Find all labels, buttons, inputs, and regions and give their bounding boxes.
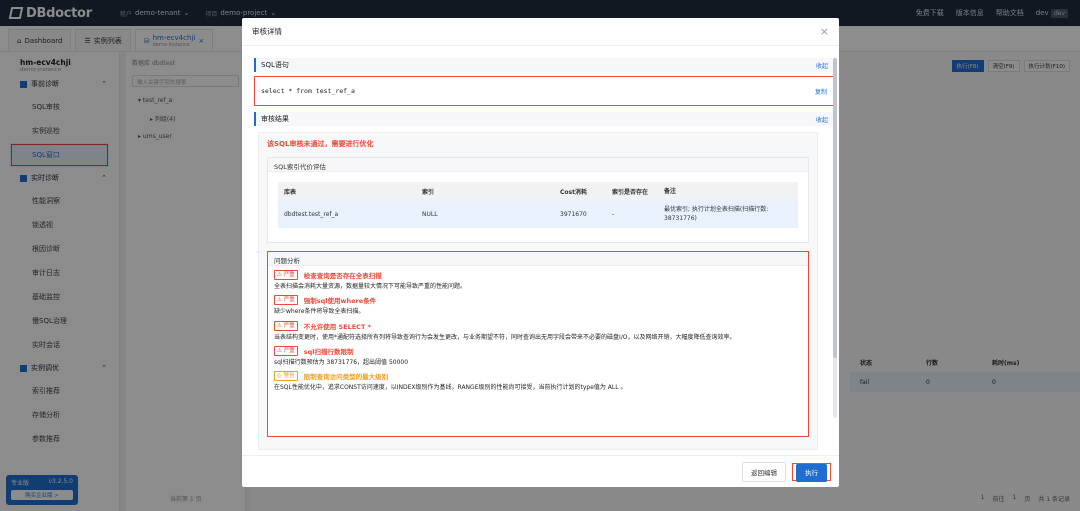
copy-sql-button[interactable]: 复制	[815, 87, 827, 96]
problem-desc: 当表结构变更时，使用*通配符选择所有列将导致查询行为会发生更改，与业务期望不符，…	[274, 333, 736, 341]
scrollbar-thumb[interactable]	[833, 58, 837, 358]
problem-desc: sql扫描行数预估为 38731776，超出阈值 50000	[274, 358, 409, 366]
cell-remark: 最优索引; 执行计划全表扫描(扫描行数: 38731776)	[664, 206, 769, 222]
modal-body: SQL语句 收起 select * from test_ref_a 复制 审核结…	[254, 58, 834, 458]
back-to-edit-button[interactable]: 返回编辑	[742, 461, 786, 482]
problem-item: ◎ 警告 限制查询访问类型的最大级别 在SQL性能优化中，追求CONST访问速度，…	[268, 371, 808, 392]
review-result-panel: 该SQL审核未通过，需要进行优化 SQL索引代价评估 库表 索引 Cost消耗 …	[258, 132, 818, 450]
problem-item: ⚠ 严重 检查查询是否存在全表扫描 全表扫描会消耗大量资源，数据量较大情况下可能导…	[268, 270, 808, 291]
cell-index: NULL	[422, 210, 438, 218]
problem-item: ⚠ 严重 不允许使用 SELECT * 当表结构变更时，使用*通配符选择所有列将导…	[268, 320, 808, 342]
problem-desc: 在SQL性能优化中，追求CONST访问速度，以INDEX级别作为基线，RANGE…	[274, 384, 627, 392]
problem-title: 限制查询访问类型的最大级别	[303, 373, 389, 382]
index-cost-title: SQL索引代价评估	[268, 158, 808, 172]
close-icon[interactable]: ×	[820, 25, 829, 38]
col-index: 索引	[422, 188, 435, 196]
col-cost: Cost消耗	[560, 188, 587, 196]
collapse-sql-button[interactable]: 收起	[816, 61, 828, 70]
collapse-result-button[interactable]: 收起	[816, 115, 828, 124]
index-cost-panel: SQL索引代价评估 库表 索引 Cost消耗 索引是否存在 备注 dbdtest…	[267, 157, 809, 243]
problem-desc: 缺少where条件将导致全表扫描。	[274, 308, 365, 316]
severity-badge: ⚠ 严重	[274, 270, 298, 280]
index-cost-table: 库表 索引 Cost消耗 索引是否存在 备注 dbdtest.test_ref_…	[278, 182, 798, 228]
modal-footer: 返回编辑 执行	[242, 455, 839, 487]
problem-title: sql扫描行数限制	[303, 347, 354, 356]
modal-title: 审核详情	[252, 27, 282, 36]
problem-title: 检查查询是否存在全表扫描	[303, 272, 382, 280]
col-table: 库表	[284, 188, 297, 196]
table-row: dbdtest.test_ref_a NULL 3971670 - 最优索引; …	[278, 200, 798, 228]
severity-label: 严重	[283, 347, 295, 354]
sql-section-header: SQL语句 收起	[254, 58, 834, 72]
sql-text: select * from test_ref_a	[261, 87, 355, 95]
severity-label: 严重	[283, 322, 295, 329]
severity-badge: ⚠ 严重	[274, 320, 298, 331]
severity-badge: ⚠ 严重	[274, 345, 298, 356]
severity-label: 严重	[283, 272, 295, 278]
sql-section-title: SQL语句	[261, 61, 289, 69]
result-section-header: 审核结果 收起	[254, 112, 834, 126]
severity-label: 严重	[283, 297, 295, 304]
result-section-title: 审核结果	[261, 115, 289, 123]
col-index-exists: 索引是否存在	[612, 188, 649, 196]
severity-badge: ⚠ 严重	[274, 295, 298, 306]
problem-analysis-panel: 问题分析 ⚠ 严重 检查查询是否存在全表扫描 全表扫描会消耗大量资源，数据量较大情…	[267, 251, 809, 437]
problem-title: 强制sql使用where条件	[303, 297, 377, 306]
cell-table: dbdtest.test_ref_a	[284, 210, 339, 218]
review-warning: 该SQL审核未通过，需要进行优化	[267, 140, 374, 148]
problem-title: 不允许使用 SELECT *	[303, 322, 372, 331]
sql-statement-box: select * from test_ref_a 复制	[254, 76, 834, 106]
problem-analysis-title: 问题分析	[268, 252, 808, 266]
col-remark: 备注	[664, 187, 677, 195]
severity-label: 警告	[283, 373, 295, 380]
problem-desc: 全表扫描会消耗大量资源，数据量较大情况下可能导致严重的性能问题。	[274, 283, 467, 290]
cell-index-exists: -	[612, 210, 615, 218]
problem-item: ⚠ 严重 sql扫描行数限制 sql扫描行数预估为 38731776，超出阈值 5…	[268, 345, 808, 367]
execute-button[interactable]: 执行	[796, 463, 827, 482]
execute-button-highlight: 执行	[792, 462, 831, 482]
modal-scrollbar[interactable]	[833, 58, 837, 418]
problem-item: ⚠ 严重 强制sql使用where条件 缺少where条件将导致全表扫描。	[268, 295, 808, 316]
warning-badge: ◎ 警告	[274, 371, 298, 382]
cell-cost: 3971670	[560, 210, 587, 218]
review-detail-modal: 审核详情 × SQL语句 收起 select * from test_ref_a…	[242, 18, 839, 487]
